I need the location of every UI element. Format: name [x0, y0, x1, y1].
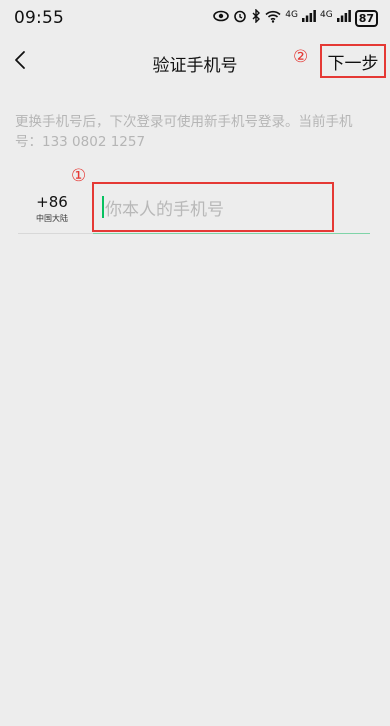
status-icons: 4G 4G 87: [213, 8, 378, 27]
wifi-icon: [265, 10, 281, 27]
country-code: +86: [36, 193, 68, 211]
annotation-marker-2: ②: [293, 47, 309, 67]
input-underline: [93, 233, 370, 234]
alarm-icon: [233, 9, 247, 27]
status-bar: 09:55 4G 4G 87: [0, 0, 390, 36]
next-step-button[interactable]: 下一步: [320, 44, 386, 78]
signal-icon: [301, 10, 316, 26]
country-code-selector[interactable]: +86 中国大陆: [24, 193, 80, 224]
signal-icon: [336, 10, 351, 26]
network-type-label-1: 4G: [285, 9, 298, 20]
bluetooth-icon: [251, 8, 261, 27]
change-phone-description: 更换手机号后，下次登录可使用新手机号登录。当前手机号：133 0802 1257: [15, 114, 353, 150]
phone-placeholder: 你本人的手机号: [105, 199, 224, 220]
eye-icon: [213, 10, 230, 26]
status-time: 09:55: [14, 8, 64, 28]
network-type-label-2: 4G: [319, 9, 333, 20]
phone-number-input[interactable]: 你本人的手机号: [92, 182, 334, 232]
battery-indicator: 87: [354, 9, 378, 27]
country-name: 中国大陆: [36, 214, 68, 223]
annotation-marker-1: ①: [71, 166, 87, 186]
divider: [18, 233, 93, 234]
text-cursor: [102, 196, 104, 218]
